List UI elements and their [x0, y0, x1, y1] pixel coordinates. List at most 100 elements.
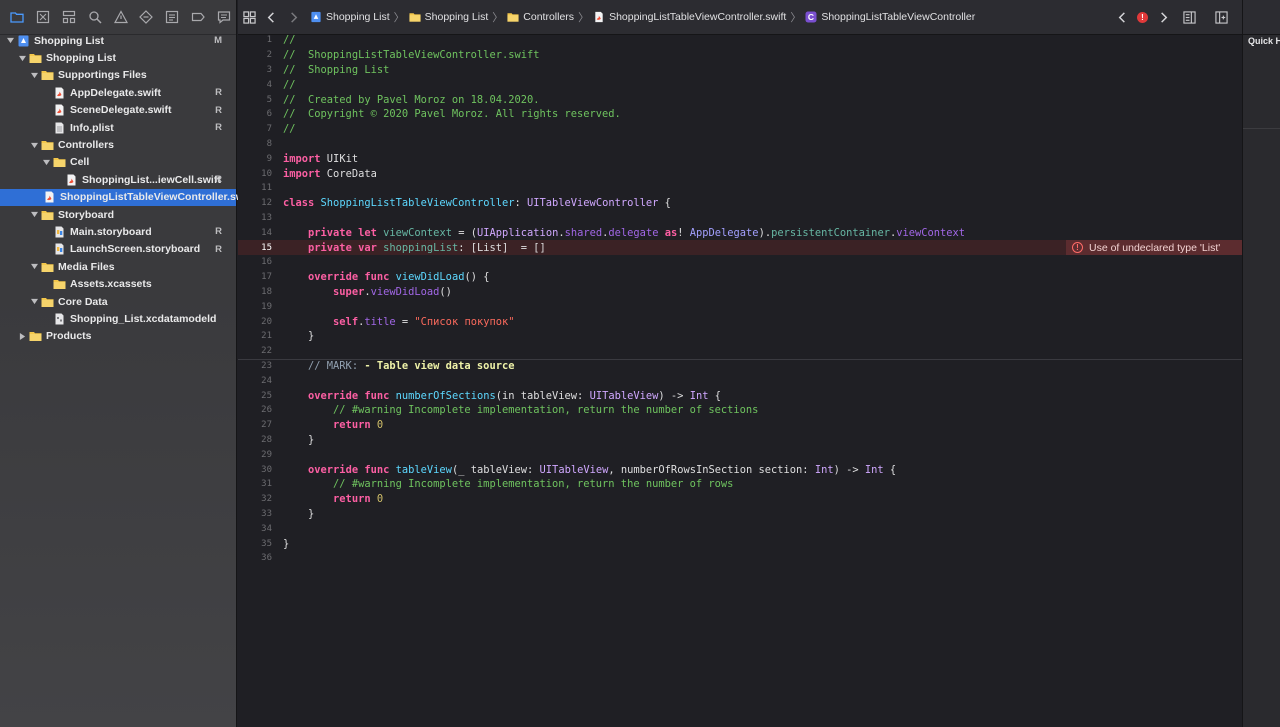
report-navigator-tab[interactable] — [212, 5, 236, 29]
code-line[interactable]: 15 private var shoppingList: [List] = []… — [238, 240, 1242, 255]
navigator-item[interactable]: Supportings Files — [0, 67, 236, 84]
report-icon — [217, 11, 231, 24]
code-line[interactable]: 35} — [238, 536, 1242, 551]
error-indicator-icon[interactable]: ! — [1137, 12, 1148, 23]
code-line[interactable]: 8 — [238, 137, 1242, 152]
folder-navigator-tab[interactable] — [5, 5, 29, 29]
code-text: return 0 — [283, 419, 383, 431]
code-line[interactable]: 7 // — [238, 122, 1242, 137]
code-line[interactable]: 11 — [238, 181, 1242, 196]
code-line[interactable]: 33 } — [238, 507, 1242, 522]
navigator-item[interactable]: ShoppingListTableViewController.swift — [0, 188, 254, 206]
code-token: UITableViewController — [527, 197, 659, 210]
code-token: // ShoppingListTableViewController.swift — [283, 49, 540, 62]
breadcrumb-item[interactable]: Shopping List — [310, 11, 390, 23]
code-line[interactable]: 26 // #warning Incomplete implementation… — [238, 403, 1242, 418]
related-items-button[interactable] — [238, 6, 260, 28]
navigator-item[interactable]: Controllers — [0, 136, 236, 153]
navigator-item[interactable]: Media Files — [0, 258, 236, 275]
code-line[interactable]: 21 } — [238, 329, 1242, 344]
code-line[interactable]: 19 — [238, 299, 1242, 314]
next-issue-button[interactable] — [1152, 7, 1174, 29]
code-token: ) -> — [658, 389, 690, 402]
find-navigator-tab[interactable] — [83, 5, 107, 29]
navigator-item[interactable]: ShoppingList...iewCell.swift R — [0, 171, 236, 188]
code-line[interactable]: 10 import CoreData — [238, 166, 1242, 181]
test-diamond-navigator-tab[interactable] — [134, 5, 158, 29]
code-line[interactable]: 9 import UIKit — [238, 151, 1242, 166]
code-line[interactable]: 2 // ShoppingListTableViewController.swif… — [238, 48, 1242, 63]
navigator-item[interactable]: Storyboard — [0, 206, 236, 223]
code-line[interactable]: 30 override func tableView(_ tableView: … — [238, 462, 1242, 477]
disclosure-expanded-icon[interactable] — [5, 36, 15, 46]
code-line[interactable]: 12 class ShoppingListTableViewController:… — [238, 196, 1242, 211]
navigator-item[interactable]: Shopping List — [0, 49, 236, 66]
breadcrumb-item[interactable]: C ShoppingListTableViewController — [805, 11, 975, 23]
code-line[interactable]: 20 self.title = "Список покупок" — [238, 314, 1242, 329]
code-line[interactable]: 32 return 0 — [238, 492, 1242, 507]
code-line[interactable]: 16 — [238, 255, 1242, 270]
code-line[interactable]: 1 // — [238, 33, 1242, 48]
code-line[interactable]: 34 — [238, 521, 1242, 536]
code-line[interactable]: 27 return 0 — [238, 418, 1242, 433]
editor-options-button[interactable] — [1178, 7, 1200, 29]
error-annotation[interactable]: ! Use of undeclared type 'List' — [1066, 240, 1242, 255]
navigator-item[interactable]: Assets.xcassets — [0, 275, 236, 292]
disclosure-expanded-icon[interactable] — [29, 262, 39, 272]
navigator-item[interactable]: Products — [0, 328, 236, 345]
debug-navigator-tab[interactable] — [160, 5, 184, 29]
code-line[interactable]: 31 // #warning Incomplete implementation… — [238, 477, 1242, 492]
code-line[interactable]: 25 override func numberOfSections(in tab… — [238, 388, 1242, 403]
navigator-item[interactable]: Cell — [0, 154, 236, 171]
hierarchy-navigator-tab[interactable] — [57, 5, 81, 29]
breadcrumb-item[interactable]: Shopping List — [409, 11, 488, 23]
disclosure-expanded-icon[interactable] — [29, 210, 39, 220]
navigator-item[interactable]: LaunchScreen.storyboard R — [0, 241, 236, 258]
breakpoint-navigator-tab[interactable] — [186, 5, 210, 29]
code-line[interactable]: 6 // Copyright © 2020 Pavel Moroz. All ri… — [238, 107, 1242, 122]
navigator-item[interactable]: AppDelegate.swift R — [0, 84, 236, 101]
code-token: : [List] = [] — [458, 241, 546, 254]
source-editor[interactable]: 1 // 2 // ShoppingListTableViewController.s… — [238, 33, 1242, 727]
navigator-item[interactable]: Shopping_List.xcdatamodeld — [0, 310, 236, 327]
code-line[interactable]: 28 } — [238, 433, 1242, 448]
code-line[interactable]: 18 super.viewDidLoad() — [238, 285, 1242, 300]
back-button[interactable] — [260, 6, 282, 28]
navigator-item[interactable]: SceneDelegate.swift R — [0, 102, 236, 119]
code-line[interactable]: 22 — [238, 344, 1242, 359]
code-line[interactable]: 13 — [238, 211, 1242, 226]
code-token: delegate — [608, 226, 659, 239]
code-line[interactable]: 36 — [238, 551, 1242, 566]
code-line[interactable]: 24 — [238, 373, 1242, 388]
navigator-item[interactable]: Info.plist R — [0, 119, 236, 136]
breadcrumb-item[interactable]: ShoppingListTableViewController.swift — [593, 11, 786, 23]
disclosure-collapsed-icon[interactable] — [17, 331, 27, 341]
disclosure-expanded-icon[interactable] — [29, 70, 39, 80]
code-line[interactable]: 5 // Created by Pavel Moroz on 18.04.2020… — [238, 92, 1242, 107]
forward-button[interactable] — [282, 6, 304, 28]
code-line[interactable]: 23 // MARK: - Table view data source — [238, 359, 1242, 374]
line-number: 33 — [261, 508, 272, 519]
disclosure-expanded-icon[interactable] — [17, 53, 27, 63]
code-line[interactable]: 3 // Shopping List — [238, 63, 1242, 78]
breadcrumb-item[interactable]: Controllers — [507, 11, 574, 23]
navigator-item[interactable]: Main.storyboard R — [0, 223, 236, 240]
disclosure-expanded-icon[interactable] — [41, 157, 51, 167]
code-line[interactable]: 14 private let viewContext = (UIApplicat… — [238, 225, 1242, 240]
code-line[interactable]: 4 // — [238, 77, 1242, 92]
previous-issue-button[interactable] — [1111, 7, 1133, 29]
code-token: ). — [758, 226, 772, 239]
code-line[interactable]: 29 — [238, 447, 1242, 462]
disclosure-expanded-icon[interactable] — [29, 140, 39, 150]
code-line[interactable]: 17 override func viewDidLoad() { — [238, 270, 1242, 285]
navigator-item[interactable]: Core Data — [0, 293, 236, 310]
issue-warning-navigator-tab[interactable] — [109, 5, 133, 29]
add-editor-button[interactable] — [1210, 7, 1232, 29]
source-control-icon — [36, 10, 49, 24]
navigator-item-label: Controllers — [58, 139, 115, 152]
disclosure-expanded-icon[interactable] — [29, 297, 39, 307]
navigator-item[interactable]: Shopping List M — [0, 32, 236, 49]
source-control-navigator-tab[interactable] — [31, 5, 55, 29]
